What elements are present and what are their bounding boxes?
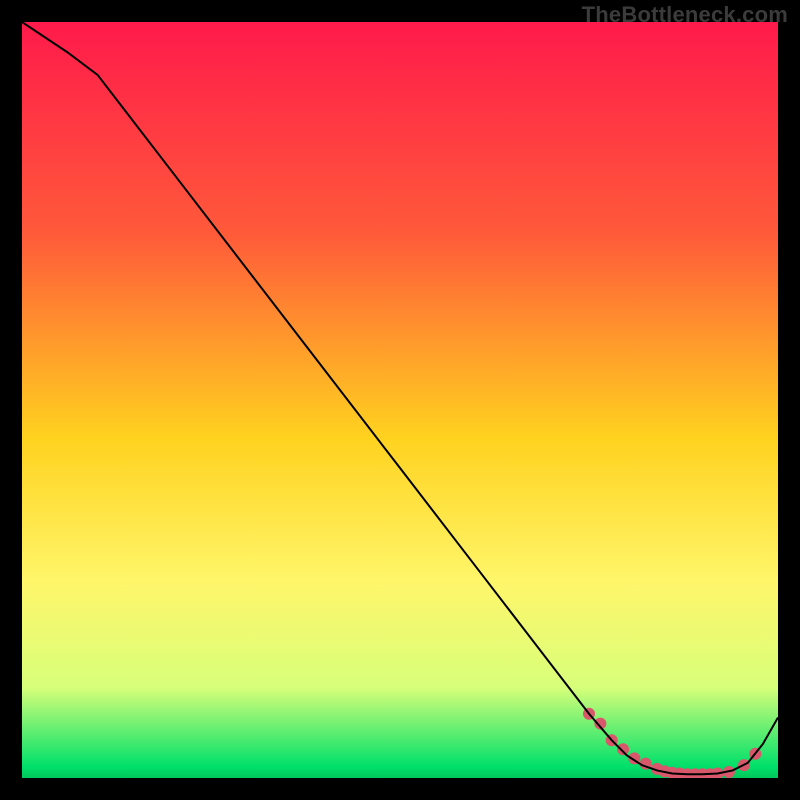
- plot-area: [22, 22, 778, 778]
- chart-svg: [22, 22, 778, 778]
- highlight-point: [617, 743, 629, 755]
- chart-frame: TheBottleneck.com: [0, 0, 800, 800]
- chart-background: [22, 22, 778, 778]
